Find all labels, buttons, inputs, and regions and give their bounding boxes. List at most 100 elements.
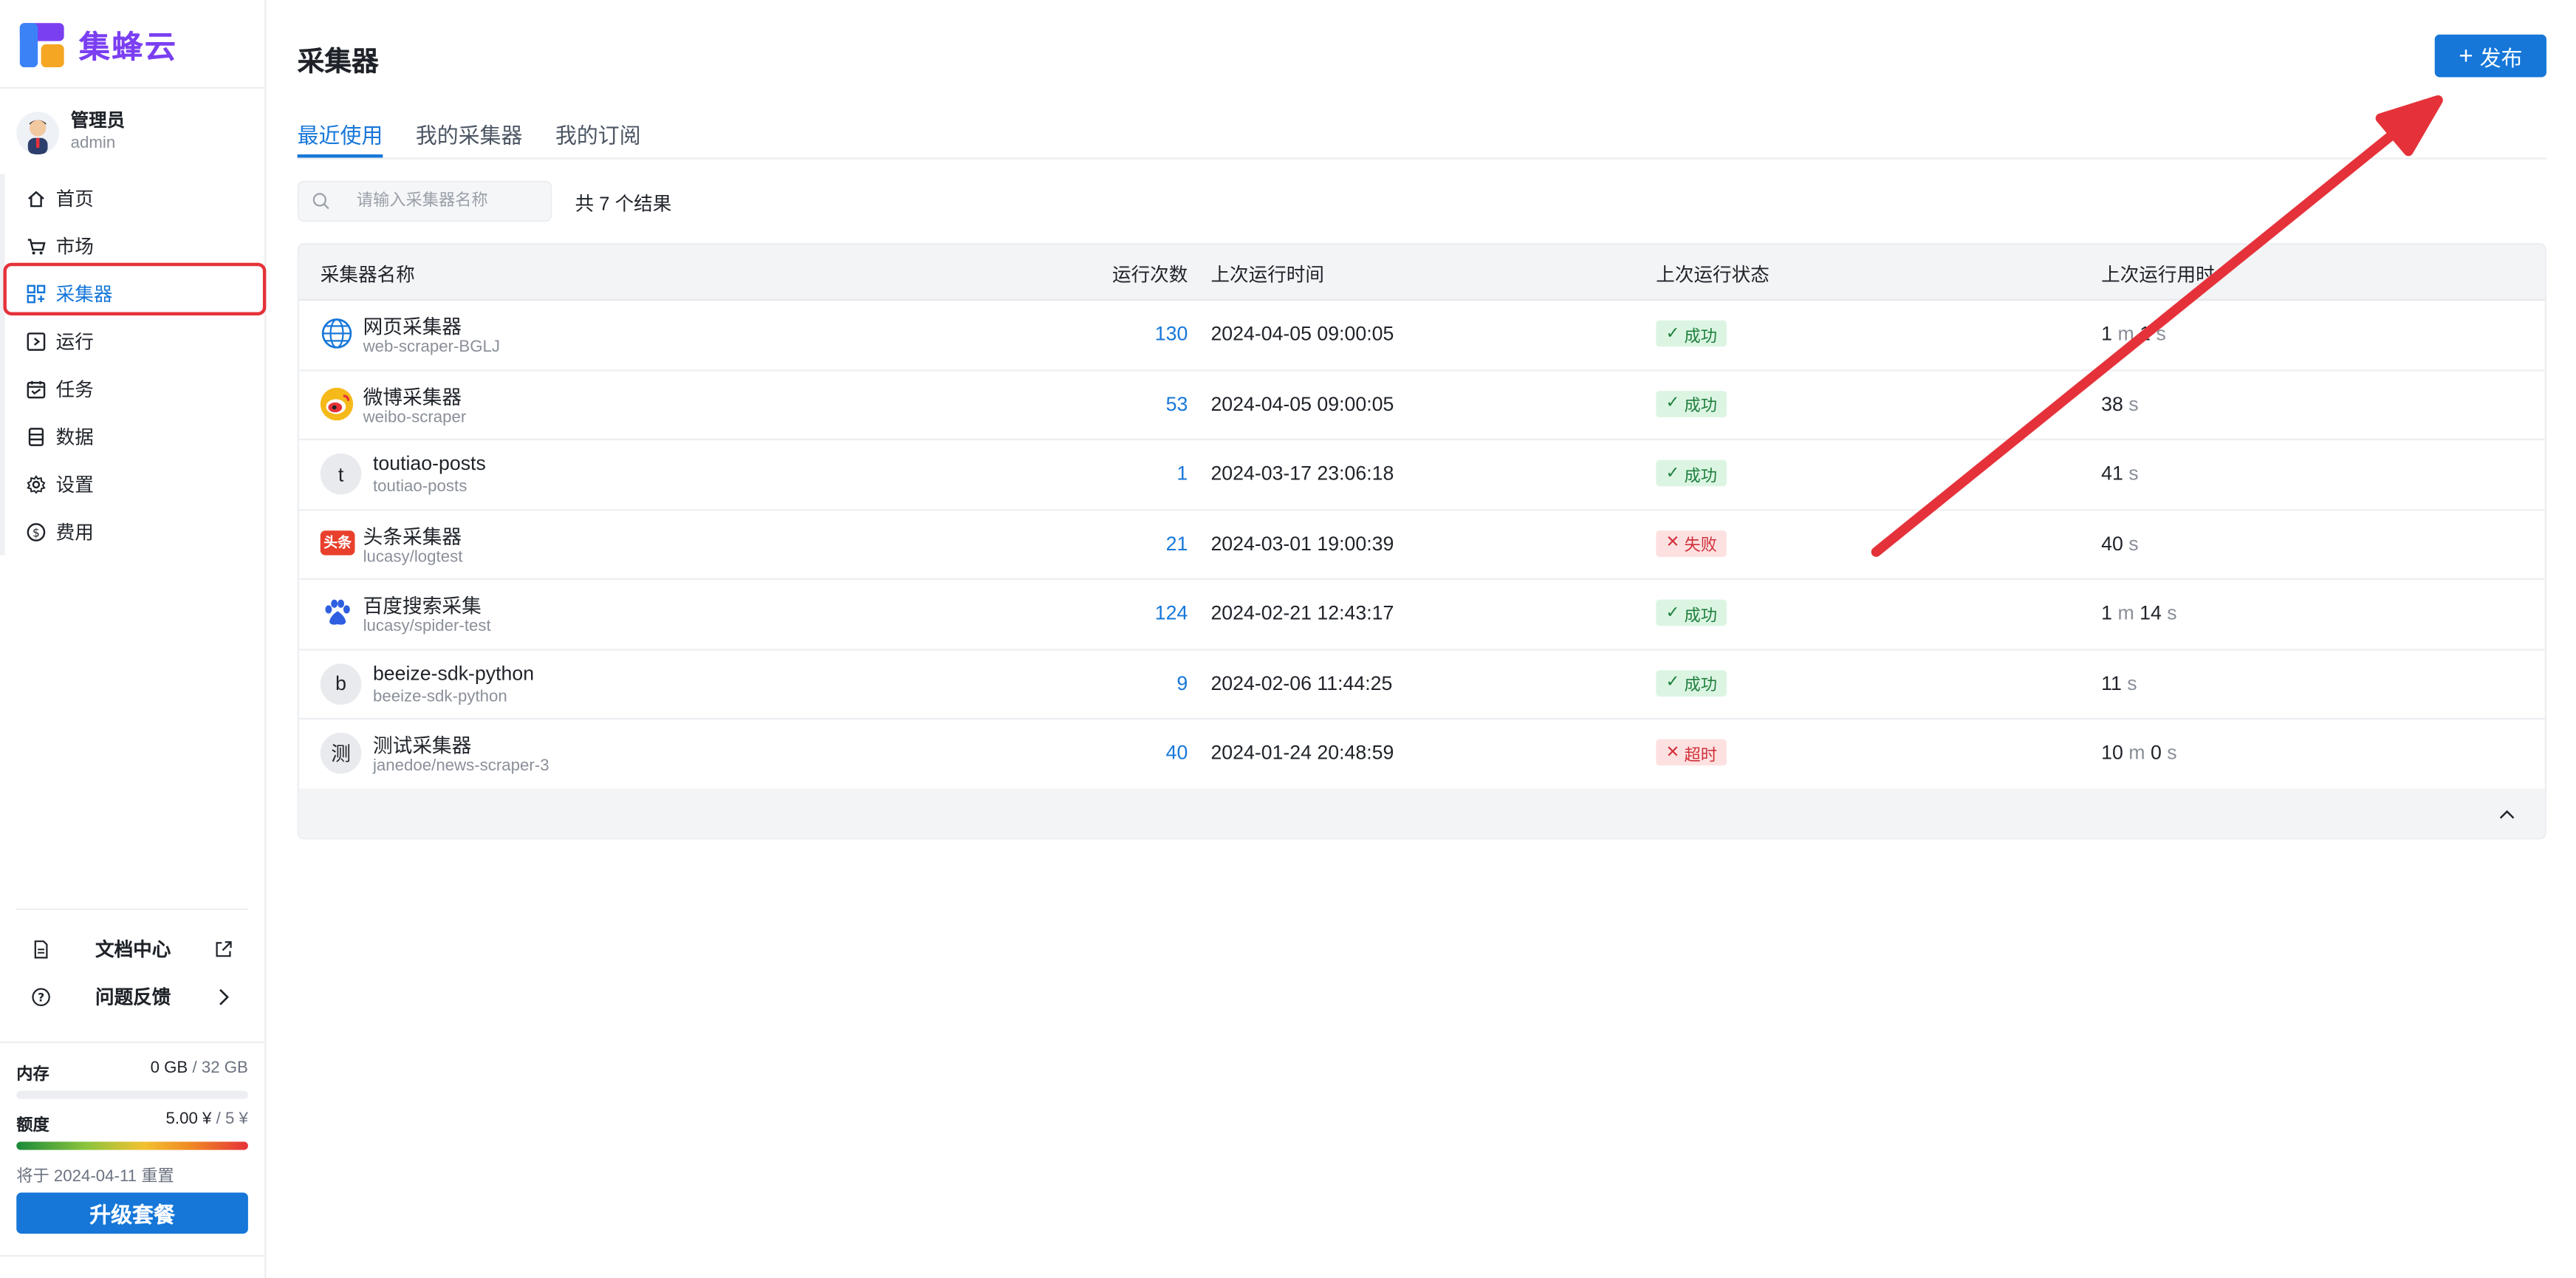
chevron-right-icon	[219, 988, 229, 1005]
table-row[interactable]: 头条 头条采集器 lucasy/logtest 21 2024-03-01 19…	[298, 508, 2545, 580]
letter-avatar: 测	[320, 732, 362, 774]
sidebar-item-label: 费用	[55, 523, 94, 543]
logo-icon	[19, 23, 64, 68]
run-count[interactable]: 124	[1155, 601, 1188, 624]
sidebar-item-label: 数据	[55, 428, 94, 448]
tab-my-subscriptions[interactable]: 我的订阅	[555, 118, 641, 157]
feedback-label: 问题反馈	[95, 988, 171, 1009]
scraper-name[interactable]: 微博采集器	[363, 382, 462, 410]
run-icon	[27, 332, 46, 350]
user-avatar-icon	[27, 119, 48, 154]
memory-total: / 32 GB	[192, 1059, 248, 1078]
sidebar-item-runs[interactable]: 运行	[0, 317, 264, 364]
search-icon	[312, 193, 329, 210]
scraper-name[interactable]: 网页采集器	[363, 312, 462, 341]
last-run-duration: 1 m 14 s	[2101, 601, 2177, 625]
scraper-slug: toutiao-posts	[372, 478, 467, 496]
table-row[interactable]: 百度搜索采集 lucasy/spider-test 124 2024-02-21…	[298, 578, 2545, 650]
scraper-name[interactable]: 头条采集器	[363, 522, 462, 550]
sidebar-item-label: 运行	[55, 332, 94, 352]
svg-text:$: $	[32, 525, 40, 539]
divider	[0, 1041, 265, 1044]
sidebar-item-settings[interactable]: 设置	[0, 460, 264, 508]
memory-progress-bar	[16, 1090, 248, 1099]
last-run-time: 2024-03-01 19:00:39	[1210, 531, 1394, 555]
search-box[interactable]	[297, 180, 552, 222]
sidebar: 集蜂云 管理员 admin 首页 市场 采集器 运行 任务 数据 设置 $ 费用…	[0, 0, 267, 1278]
divider	[0, 86, 265, 89]
last-run-duration: 10 m 0 s	[2101, 740, 2177, 765]
sidebar-item-label: 市场	[55, 237, 94, 258]
help-icon: ?	[32, 988, 50, 1007]
docs-center-link[interactable]: 文档中心	[0, 926, 264, 972]
document-icon	[34, 940, 48, 959]
user-username: admin	[70, 134, 116, 153]
sidebar-item-home[interactable]: 首页	[0, 174, 264, 222]
weibo-icon	[320, 386, 354, 420]
brand-name: 集蜂云	[78, 31, 178, 66]
run-count[interactable]: 53	[1166, 392, 1188, 414]
brand-logo[interactable]: 集蜂云	[19, 23, 178, 68]
sidebar-item-tasks[interactable]: 任务	[0, 365, 264, 412]
table-header: 采集器名称 运行次数 上次运行时间 上次运行状态 上次运行用时	[298, 245, 2545, 301]
chevron-up-icon[interactable]	[2497, 805, 2517, 825]
tab-bar: 最近使用 我的采集器 我的订阅	[297, 118, 674, 158]
header-last-run-time: 上次运行时间	[1210, 266, 1324, 286]
last-run-time: 2024-02-21 12:43:17	[1210, 601, 1394, 625]
feedback-link[interactable]: ? 问题反馈	[0, 974, 264, 1020]
annotation-highlight-box	[3, 262, 267, 315]
docs-center-label: 文档中心	[95, 941, 171, 961]
last-run-time: 2024-02-06 11:44:25	[1210, 671, 1393, 694]
home-icon	[28, 190, 44, 207]
sidebar-item-data[interactable]: 数据	[0, 412, 264, 459]
table-row[interactable]: b beeize-sdk-python beeize-sdk-python 9 …	[298, 648, 2545, 720]
task-icon	[27, 380, 46, 398]
table-row[interactable]: t toutiao-posts toutiao-posts 1 2024-03-…	[298, 439, 2545, 510]
scraper-name[interactable]: 测试采集器	[373, 731, 472, 759]
table-row[interactable]: 微博采集器 weibo-scraper 53 2024-04-05 09:00:…	[298, 369, 2545, 440]
scraper-name[interactable]: 百度搜索采集	[363, 592, 482, 620]
run-count[interactable]: 40	[1166, 741, 1188, 764]
user-profile[interactable]: 管理员 admin	[16, 110, 125, 154]
toutiao-icon: 头条	[320, 530, 355, 555]
status-badge: ✓ 成功	[1656, 390, 1727, 417]
plus-icon: +	[2459, 41, 2473, 70]
baidu-paw-icon	[321, 596, 353, 629]
run-count[interactable]: 130	[1155, 322, 1188, 345]
table-row[interactable]: 网页采集器 web-scraper-BGLJ 130 2024-04-05 09…	[298, 299, 2545, 371]
scraper-slug: janedoe/news-scraper-3	[372, 757, 549, 776]
quota-reset-text: 将于 2024-04-11 重置	[16, 1168, 174, 1186]
check-icon: ✓	[1665, 394, 1685, 413]
table-row[interactable]: 测 测试采集器 janedoe/news-scraper-3 40 2024-0…	[299, 718, 2545, 788]
scraper-slug: weibo-scraper	[363, 408, 467, 427]
app-window: 集蜂云 管理员 admin 首页 市场 采集器 运行 任务 数据 设置 $ 费用…	[0, 0, 2576, 1278]
letter-avatar: b	[320, 663, 362, 704]
memory-used: 0 GB	[150, 1059, 188, 1078]
cross-icon: ✕	[1665, 533, 1685, 553]
header-last-run-status: 上次运行状态	[1656, 266, 1770, 286]
scraper-name[interactable]: toutiao-posts	[373, 452, 486, 475]
globe-icon	[321, 317, 353, 349]
run-count[interactable]: 1	[1176, 462, 1188, 485]
table-footer	[298, 788, 2545, 838]
avatar	[16, 111, 60, 154]
run-count[interactable]: 21	[1166, 531, 1188, 554]
scraper-name[interactable]: beeize-sdk-python	[373, 661, 534, 684]
publish-label: 发布	[2479, 45, 2523, 70]
search-input[interactable]	[353, 190, 541, 212]
scraper-slug: lucasy/spider-test	[363, 618, 491, 636]
status-badge: ✓ 成功	[1656, 599, 1727, 626]
last-run-time: 2024-04-05 09:00:05	[1210, 321, 1394, 345]
run-count[interactable]: 9	[1176, 671, 1188, 694]
page-title: 采集器	[297, 47, 379, 78]
upgrade-plan-button[interactable]: 升级套餐	[16, 1192, 248, 1234]
scraper-slug: beeize-sdk-python	[372, 687, 507, 706]
tab-my-scrapers[interactable]: 我的采集器	[416, 118, 523, 157]
publish-button[interactable]: + 发布	[2434, 34, 2546, 78]
sidebar-item-billing[interactable]: $ 费用	[0, 508, 264, 555]
status-badge: ✓ 成功	[1656, 669, 1727, 696]
tab-recent[interactable]: 最近使用	[297, 118, 383, 158]
scraper-slug: lucasy/logtest	[363, 547, 463, 567]
user-name: 管理员	[70, 112, 126, 131]
status-badge: ✕ 超时	[1656, 739, 1727, 766]
